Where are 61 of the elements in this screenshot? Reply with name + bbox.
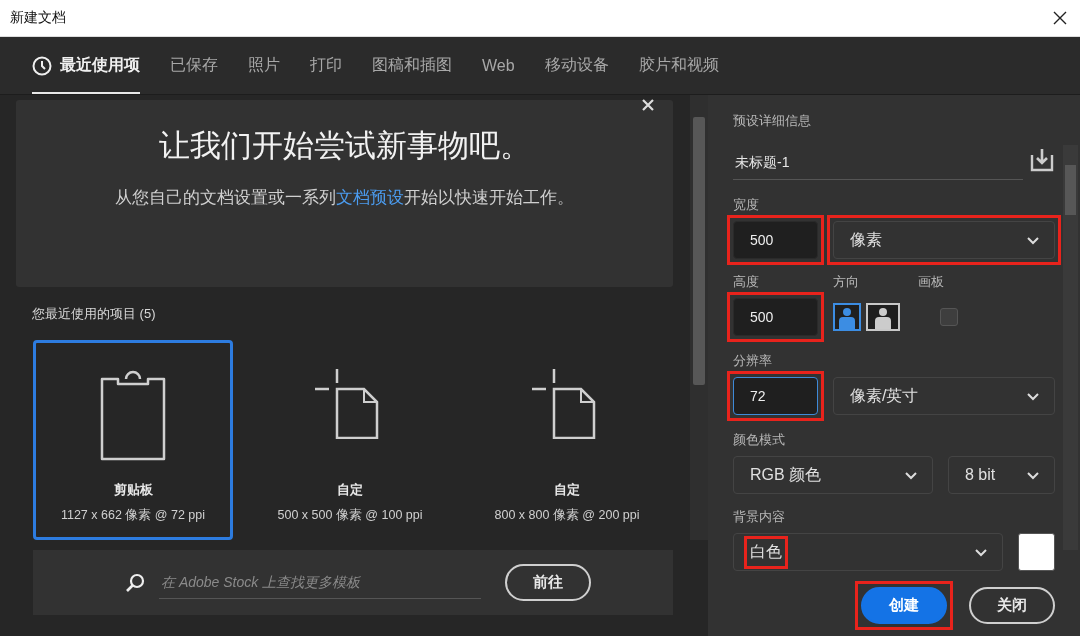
field-label: 画板 xyxy=(918,273,944,291)
item-size: 1127 x 662 像素 @ 72 ppi xyxy=(60,507,206,524)
bit-depth-dropdown[interactable]: 8 bit xyxy=(948,456,1055,494)
width-field[interactable]: 500 xyxy=(733,221,818,259)
field-label: 分辨率 xyxy=(733,352,773,370)
tab[interactable]: 已保存 xyxy=(170,37,218,94)
person-icon xyxy=(837,307,857,329)
go-button[interactable]: 前往 xyxy=(505,564,591,601)
document-name-field[interactable]: 未标题-1 xyxy=(733,146,1023,180)
tab[interactable]: 胶片和视频 xyxy=(638,37,719,94)
window-title: 新建文档 xyxy=(10,9,66,27)
tab[interactable]: 移动设备 xyxy=(544,37,609,94)
scrollbar[interactable] xyxy=(1063,145,1078,550)
search-icon xyxy=(125,572,145,593)
presets-link[interactable]: 文档预设 xyxy=(336,188,404,207)
background-dropdown[interactable]: 白色 xyxy=(733,533,1003,571)
height-field[interactable]: 500 xyxy=(733,298,818,336)
scrollbar[interactable] xyxy=(690,95,708,540)
person-icon xyxy=(873,307,893,329)
artboard-checkbox[interactable] xyxy=(940,308,958,326)
field-label: 颜色模式 xyxy=(733,431,786,449)
item-name: 自定 xyxy=(554,481,580,499)
unit-dropdown[interactable]: 像素 xyxy=(833,221,1055,259)
recent-item-card[interactable]: 剪贴板 1127 x 662 像素 @ 72 ppi xyxy=(33,340,233,540)
welcome-title: 让我们开始尝试新事物吧。 xyxy=(158,127,531,165)
clock-icon xyxy=(32,55,52,76)
color-mode-dropdown[interactable]: RGB 颜色 xyxy=(733,456,933,494)
field-label: 背景内容 xyxy=(733,508,786,526)
panel-heading: 预设详细信息 xyxy=(733,112,812,130)
tab[interactable]: 最近使用项 xyxy=(32,37,140,94)
tab[interactable]: 打印 xyxy=(310,37,342,94)
save-preset-icon[interactable] xyxy=(1029,148,1055,172)
welcome-text: 从您自己的文档设置或一系列文档预设开始以快速开始工作。 xyxy=(114,187,575,209)
field-label: 方向 xyxy=(833,273,860,291)
chevron-down-icon xyxy=(1026,391,1040,401)
section-heading: 您最近使用的项目 (5) xyxy=(32,305,157,323)
unit-dropdown[interactable]: 像素/英寸 xyxy=(833,377,1055,415)
tab[interactable]: 照片 xyxy=(248,37,280,94)
chevron-down-icon xyxy=(1026,470,1040,480)
portrait-button[interactable] xyxy=(833,303,861,331)
search-field[interactable]: 在 Adobe Stock 上查找更多模板 xyxy=(159,566,481,599)
item-size: 800 x 800 像素 @ 200 ppi xyxy=(494,507,640,524)
field-label: 高度 xyxy=(733,273,760,291)
tab[interactable]: Web xyxy=(482,37,515,94)
recent-item-card[interactable]: 自定 500 x 500 像素 @ 100 ppi xyxy=(250,340,450,540)
chevron-down-icon xyxy=(904,470,918,480)
chevron-down-icon xyxy=(974,547,988,557)
item-size: 500 x 500 像素 @ 100 ppi xyxy=(277,507,423,524)
item-name: 剪贴板 xyxy=(113,481,153,499)
tab[interactable]: 图稿和插图 xyxy=(372,37,452,94)
background-value: 白色 xyxy=(750,541,782,562)
landscape-button[interactable] xyxy=(866,303,900,331)
field-label: 宽度 xyxy=(733,196,760,214)
chevron-down-icon xyxy=(1026,235,1040,245)
color-swatch[interactable] xyxy=(1018,533,1055,571)
clipboard-icon xyxy=(98,369,168,461)
resolution-field[interactable]: 72 xyxy=(733,377,818,415)
create-button[interactable]: 创建 xyxy=(861,587,947,624)
recent-item-card[interactable]: 自定 800 x 800 像素 @ 200 ppi xyxy=(467,340,667,540)
close-button[interactable]: 关闭 xyxy=(969,587,1055,624)
item-name: 自定 xyxy=(337,481,363,499)
